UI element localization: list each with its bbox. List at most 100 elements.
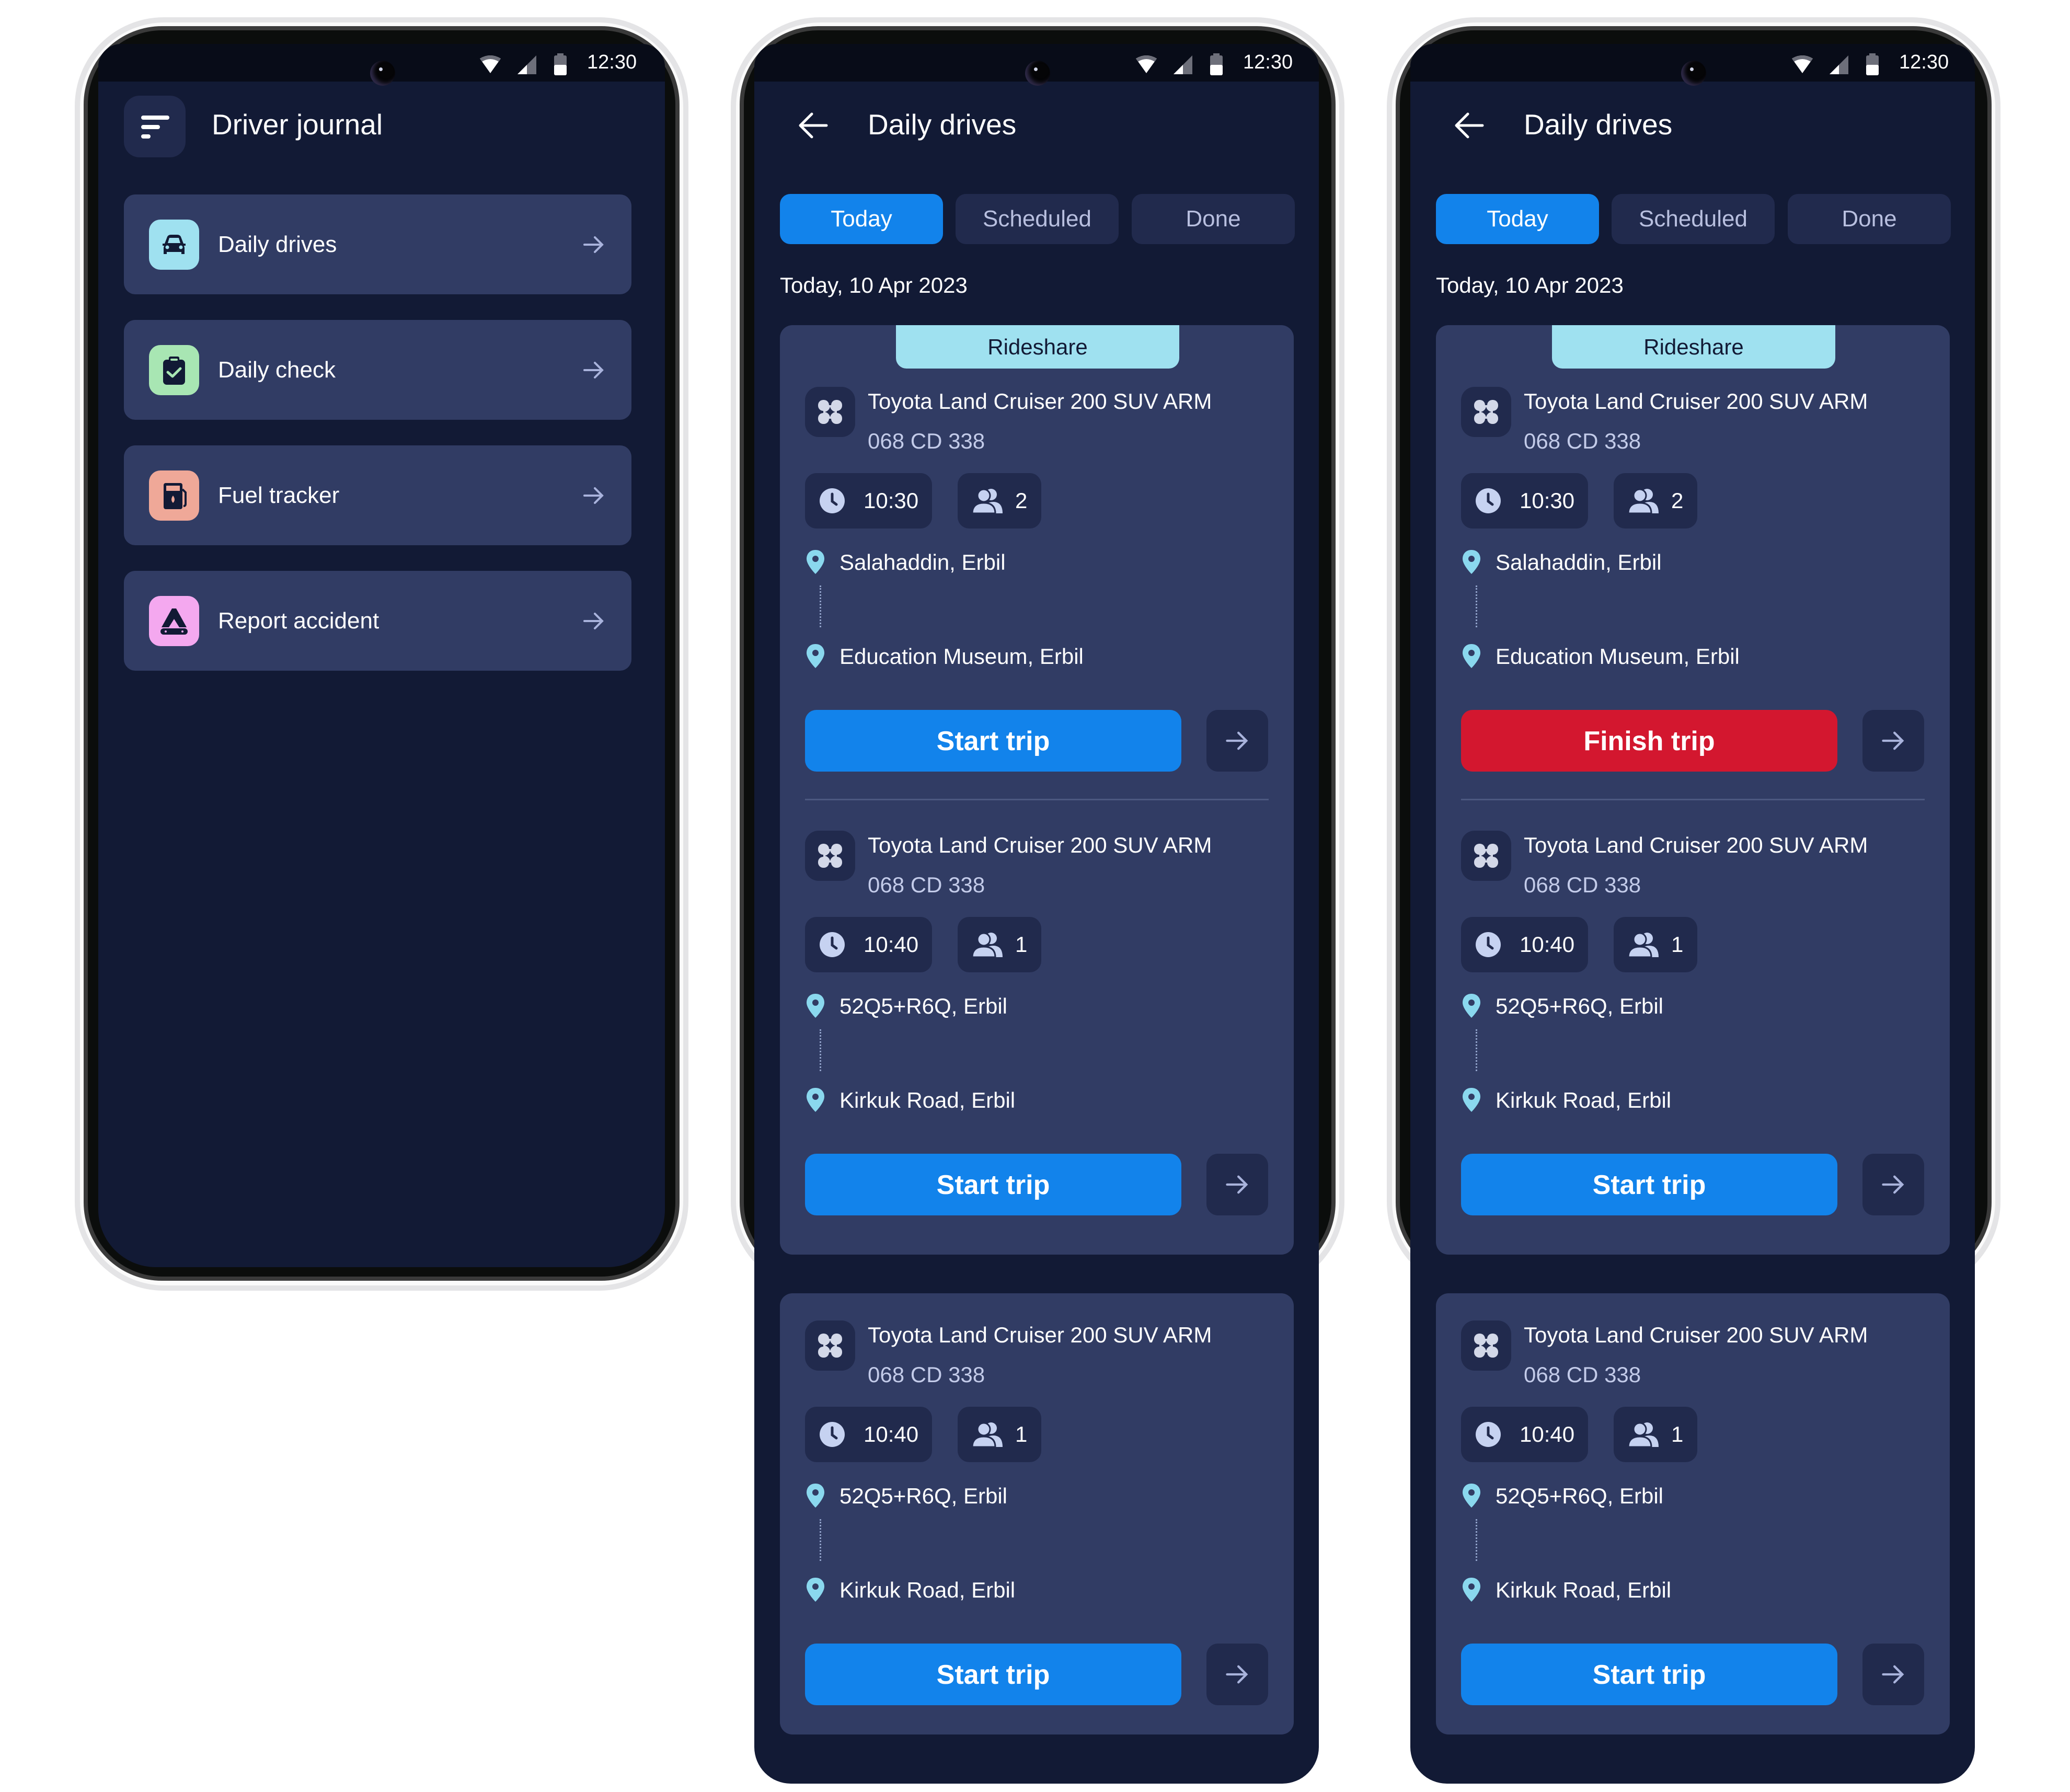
vehicle-plate: 068 CD 338 [868,1362,985,1387]
route-connector [1476,585,1477,627]
tab-today[interactable]: Today [1436,194,1599,244]
passenger-count: 2 [1015,488,1028,513]
start-trip-button[interactable]: Start trip [1461,1644,1837,1705]
category-tag: Rideshare [896,325,1179,369]
trip-details-button[interactable] [1862,1154,1924,1215]
signal-icon [1174,55,1192,74]
arrow-right-icon [1226,1665,1248,1684]
passengers-icon [1627,932,1659,958]
menu-icon-line [141,116,169,120]
wifi-icon [1792,55,1813,73]
clock-icon [1476,932,1501,957]
vehicle-name: Toyota Land Cruiser 200 SUV ARM [1524,389,1868,413]
location-pin-icon [1463,1088,1480,1112]
passengers-icon [1627,1422,1659,1448]
route-connector [1476,1519,1477,1561]
location-pin-icon [1463,1578,1480,1602]
pickup-address: 52Q5+R6Q, Erbil [1496,994,1663,1018]
passenger-count: 2 [1671,488,1684,513]
tab-done[interactable]: Done [1132,194,1295,244]
start-trip-button[interactable]: Start trip [1461,1154,1837,1215]
signal-icon [518,55,536,74]
passengers-chip: 1 [1614,917,1697,972]
phone-daily-drives-finish: 12:30 Daily drives Today Scheduled Done Today… [1312,0,2070,1792]
route-connector [820,1029,821,1071]
passengers-icon [971,932,1003,958]
vehicle-plate: 068 CD 338 [1524,429,1641,453]
menu-item-fuel-tracker[interactable]: Fuel tracker [124,445,631,545]
status-bar: 12:30 [98,44,665,86]
vehicle-plate: 068 CD 338 [1524,872,1641,897]
trip-details-button[interactable] [1206,1154,1268,1215]
trip-details-button[interactable] [1862,710,1924,772]
tab-scheduled[interactable]: Scheduled [1612,194,1775,244]
trip-item: Toyota Land Cruiser 200 SUV ARM 068 CD 33… [1436,815,1950,1112]
location-pin-icon [807,1088,824,1112]
menu-item-report-accident[interactable]: Report accident [124,571,631,671]
menu-icon-line [141,125,160,129]
start-trip-button[interactable]: Start trip [805,1154,1181,1215]
trip-time: 10:40 [1520,932,1575,957]
passengers-chip: 1 [1614,1407,1697,1462]
vehicle-brand-logo-icon [1474,400,1498,424]
trip-item: Toyota Land Cruiser 200 SUV ARM 068 CD 33… [1436,371,1950,669]
finish-trip-button[interactable]: Finish trip [1461,710,1837,772]
tab-done[interactable]: Done [1788,194,1951,244]
passenger-count: 1 [1671,1422,1684,1446]
menu-item-daily-drives[interactable]: Daily drives [124,194,631,294]
dropoff-address: Kirkuk Road, Erbil [840,1578,1016,1602]
pickup-address: 52Q5+R6Q, Erbil [840,1484,1007,1508]
menu-item-daily-check[interactable]: Daily check [124,320,631,420]
fuel-pump-icon [149,470,199,521]
status-bar: 12:30 [754,44,1319,86]
trip-details-button[interactable] [1206,710,1268,772]
passenger-count: 1 [1015,1422,1028,1446]
time-chip: 10:30 [805,473,932,529]
vehicle-name: Toyota Land Cruiser 200 SUV ARM [868,833,1212,857]
trip-time: 10:40 [1520,1422,1575,1446]
trip-group-card: Toyota Land Cruiser 200 SUV ARM 068 CD 33… [780,1293,1294,1734]
start-trip-button[interactable]: Start trip [805,1644,1181,1705]
category-tag: Rideshare [1552,325,1835,369]
clock-icon [1476,488,1501,513]
vehicle-logo [805,387,855,437]
back-arrow-icon[interactable] [797,111,829,140]
screen-daily-drives: 12:30 Daily drives Today Scheduled Done Today… [754,44,1319,1784]
wifi-icon [1136,55,1157,73]
trip-item: Toyota Land Cruiser 200 SUV ARM 068 CD 33… [780,371,1294,669]
status-time: 12:30 [1243,51,1293,73]
screen-daily-drives: 12:30 Daily drives Today Scheduled Done Today… [1410,44,1975,1784]
vehicle-brand-logo-icon [818,1334,842,1358]
passenger-count: 1 [1671,932,1684,957]
arrow-right-icon [1226,731,1248,750]
tab-scheduled[interactable]: Scheduled [956,194,1119,244]
vehicle-brand-logo-icon [1474,844,1498,868]
menu-icon-line [141,134,151,139]
trip-item: Toyota Land Cruiser 200 SUV ARM 068 CD 33… [1436,1305,1950,1602]
pickup-address: Salahaddin, Erbil [840,550,1006,575]
vehicle-name: Toyota Land Cruiser 200 SUV ARM [1524,1323,1868,1347]
dropoff-address: Kirkuk Road, Erbil [840,1088,1016,1112]
warning-triangle-icon [149,596,199,646]
route-connector [820,585,821,627]
trip-details-button[interactable] [1862,1644,1924,1705]
location-pin-icon [1463,550,1480,574]
vehicle-brand-logo-icon [818,844,842,868]
pickup-address: 52Q5+R6Q, Erbil [1496,1484,1663,1508]
vehicle-logo [805,1320,855,1371]
tab-today[interactable]: Today [780,194,943,244]
battery-icon [1210,53,1223,75]
location-pin-icon [807,1484,824,1508]
back-arrow-icon[interactable] [1453,111,1485,140]
start-trip-button[interactable]: Start trip [805,710,1181,772]
menu-item-label: Report accident [218,608,380,634]
trip-details-button[interactable] [1206,1644,1268,1705]
trip-time: 10:30 [864,488,919,513]
clock-icon [1476,1422,1501,1447]
dropoff-address: Education Museum, Erbil [1496,644,1740,669]
menu-button[interactable] [124,96,186,157]
trip-group-card: Toyota Land Cruiser 200 SUV ARM 068 CD 33… [1436,1293,1950,1734]
time-chip: 10:40 [805,917,932,972]
passengers-icon [1627,488,1659,514]
trip-group-card: Rideshare Toyota Land Cruiser 200 SUV ARM… [1436,325,1950,1255]
